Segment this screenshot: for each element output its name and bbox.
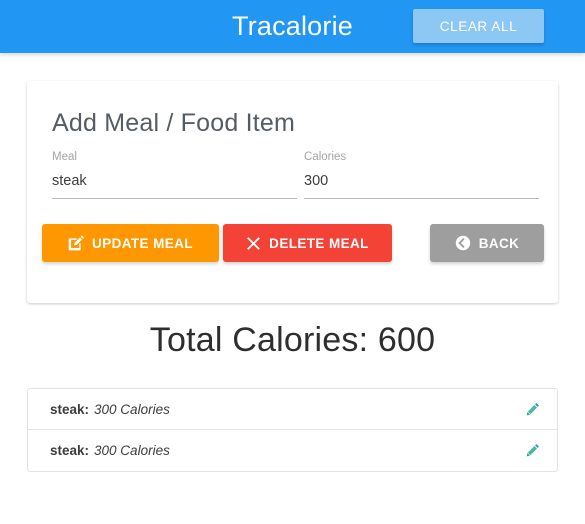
calories-input[interactable] bbox=[304, 173, 539, 199]
times-x-icon bbox=[246, 236, 261, 251]
meal-input[interactable] bbox=[52, 173, 297, 199]
total-calories-heading: Total Calories: 600 bbox=[149, 321, 436, 359]
meal-item-name: steak: bbox=[50, 443, 90, 458]
calories-field-label: Calories bbox=[304, 151, 347, 163]
list-item: steak: 300 Calories bbox=[28, 389, 557, 430]
meal-field-label: Meal bbox=[52, 151, 77, 163]
circle-chevron-left-icon bbox=[455, 235, 471, 251]
back-label: Back bbox=[478, 235, 520, 251]
delete-meal-button[interactable]: Delete Meal bbox=[223, 224, 392, 262]
pencil-icon[interactable] bbox=[525, 402, 540, 417]
update-meal-button[interactable]: Update Meal bbox=[42, 224, 219, 262]
meal-item-calories: 300 Calories bbox=[94, 401, 170, 417]
add-meal-card: Add Meal / Food Item Meal Calories Updat… bbox=[27, 81, 558, 303]
clear-all-button[interactable]: CLEAR ALL bbox=[413, 9, 544, 43]
meal-list: steak: 300 Calories steak: 300 Calories bbox=[27, 388, 558, 472]
meal-item-calories: 300 Calories bbox=[94, 443, 170, 458]
delete-meal-label: Delete Meal bbox=[269, 235, 369, 251]
meal-item-name: steak: bbox=[50, 401, 90, 417]
meal-field-group: Meal bbox=[52, 151, 297, 199]
update-meal-label: Update Meal bbox=[92, 235, 193, 251]
app-header: Tracalorie CLEAR ALL bbox=[0, 0, 585, 53]
list-item: steak: 300 Calories bbox=[28, 430, 557, 471]
calories-field-group: Calories bbox=[304, 151, 539, 199]
back-button[interactable]: Back bbox=[430, 224, 544, 262]
card-title: Add Meal / Food Item bbox=[52, 109, 296, 137]
pencil-icon[interactable] bbox=[525, 443, 540, 458]
edit-pen-square-icon bbox=[68, 235, 84, 251]
form-button-row: Update Meal Delete Meal Back bbox=[27, 224, 558, 264]
